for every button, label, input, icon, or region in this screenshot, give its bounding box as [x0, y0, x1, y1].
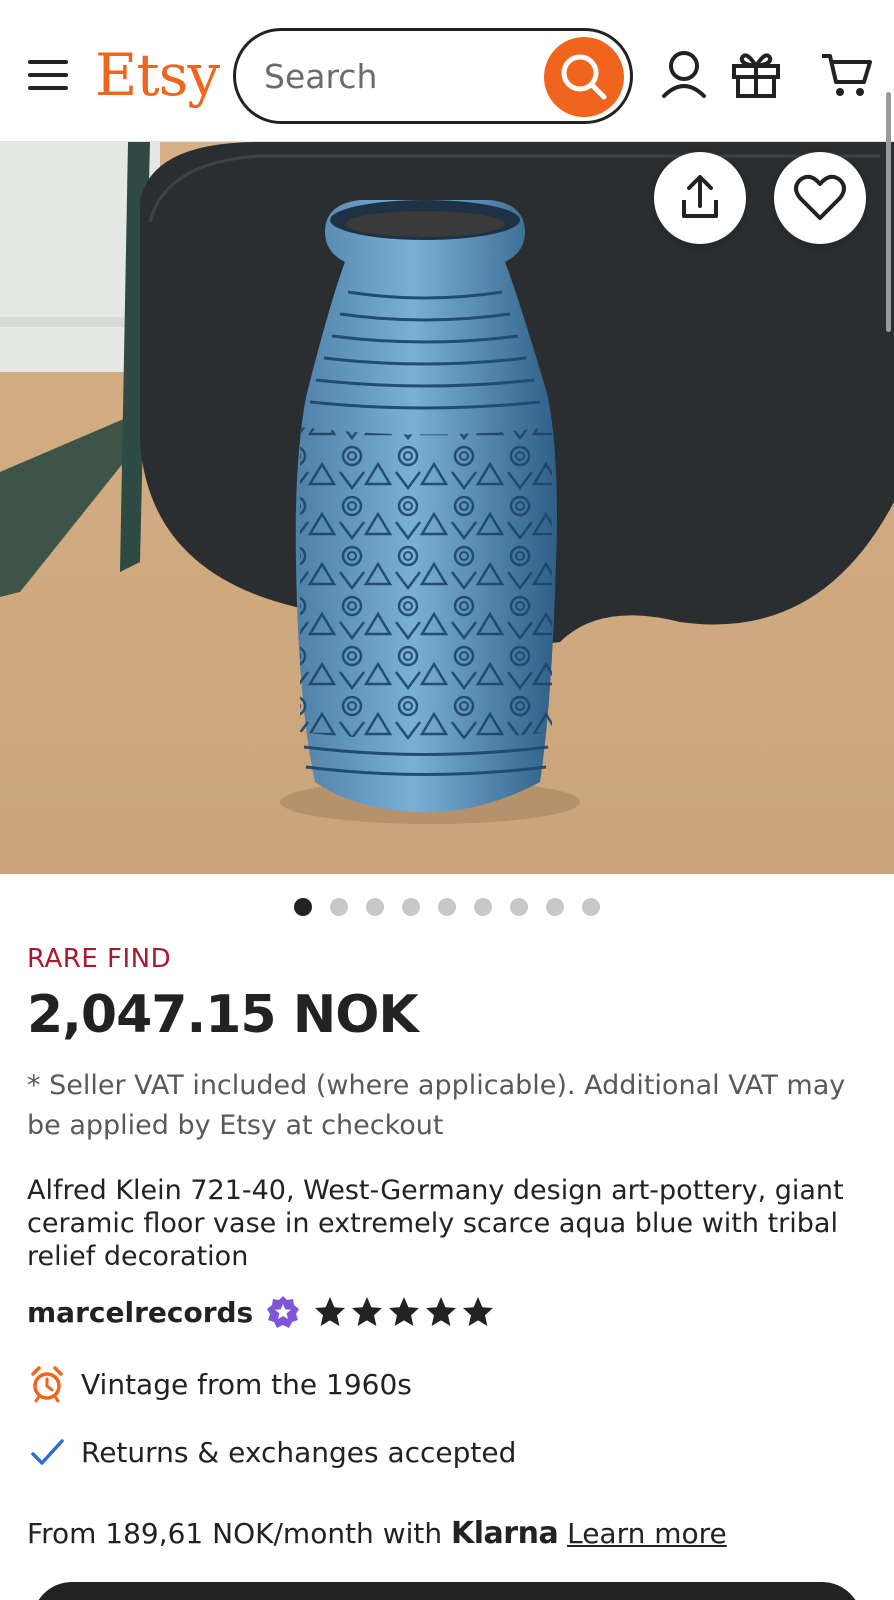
feature-text: Vintage from the 1960s [81, 1367, 412, 1401]
etsy-logo[interactable]: Etsy [95, 40, 220, 110]
klarna-prefix: From 189,61 NOK/month with [27, 1517, 443, 1550]
klarna-logo: Klarna [451, 1516, 559, 1551]
vase-photo [0, 142, 894, 874]
carousel-dot[interactable] [402, 898, 420, 916]
carousel-dot[interactable] [366, 898, 384, 916]
carousel-dot[interactable] [582, 898, 600, 916]
page-scrollbar[interactable] [886, 92, 891, 332]
carousel-dot[interactable] [510, 898, 528, 916]
klarna-financing: From 189,61 NOK/month with Klarna Learn … [27, 1516, 727, 1551]
listing-title: Alfred Klein 721-40, West-Germany design… [27, 1175, 844, 1272]
rating-stars[interactable] [313, 1295, 495, 1329]
alarm-clock-icon [31, 1366, 63, 1403]
search-input[interactable] [264, 53, 534, 99]
search-icon [561, 54, 607, 100]
star-icon [426, 1297, 457, 1326]
image-carousel-dots[interactable] [0, 898, 894, 918]
share-button[interactable] [654, 152, 746, 244]
carousel-dot[interactable] [474, 898, 492, 916]
rare-find-badge: RARE FIND [27, 944, 172, 974]
cart-icon[interactable] [818, 46, 874, 102]
seller-row: marcelrecords [27, 1292, 495, 1332]
listing-image[interactable] [0, 142, 894, 874]
star-icon [315, 1297, 346, 1326]
search-bar [233, 28, 633, 124]
star-seller-badge-icon [267, 1296, 300, 1328]
shop-name-link[interactable]: marcelrecords [27, 1296, 253, 1329]
gift-icon[interactable] [728, 46, 784, 102]
heart-icon [794, 174, 846, 220]
vat-note: * Seller VAT included (where applicable)… [27, 1070, 846, 1141]
learn-more-link[interactable]: Learn more [567, 1517, 727, 1550]
star-icon [389, 1297, 420, 1326]
share-icon [682, 175, 718, 218]
add-to-cart-button[interactable] [32, 1582, 862, 1600]
carousel-dot[interactable] [438, 898, 456, 916]
listing-price: 2,047.15 NOK [27, 985, 419, 1045]
menu-icon[interactable] [28, 58, 70, 92]
carousel-dot[interactable] [330, 898, 348, 916]
top-header: Etsy [0, 0, 894, 142]
star-icon [352, 1297, 383, 1326]
star-icon [463, 1297, 494, 1326]
checkmark-icon [31, 1439, 64, 1465]
feature-returns: Returns & exchanges accepted [27, 1432, 516, 1472]
favorite-button[interactable] [774, 152, 866, 244]
search-button[interactable] [544, 37, 624, 117]
account-icon[interactable] [656, 46, 712, 102]
feature-vintage: Vintage from the 1960s [27, 1364, 412, 1404]
carousel-dot[interactable] [294, 898, 312, 916]
carousel-dot[interactable] [546, 898, 564, 916]
feature-text: Returns & exchanges accepted [81, 1435, 517, 1469]
